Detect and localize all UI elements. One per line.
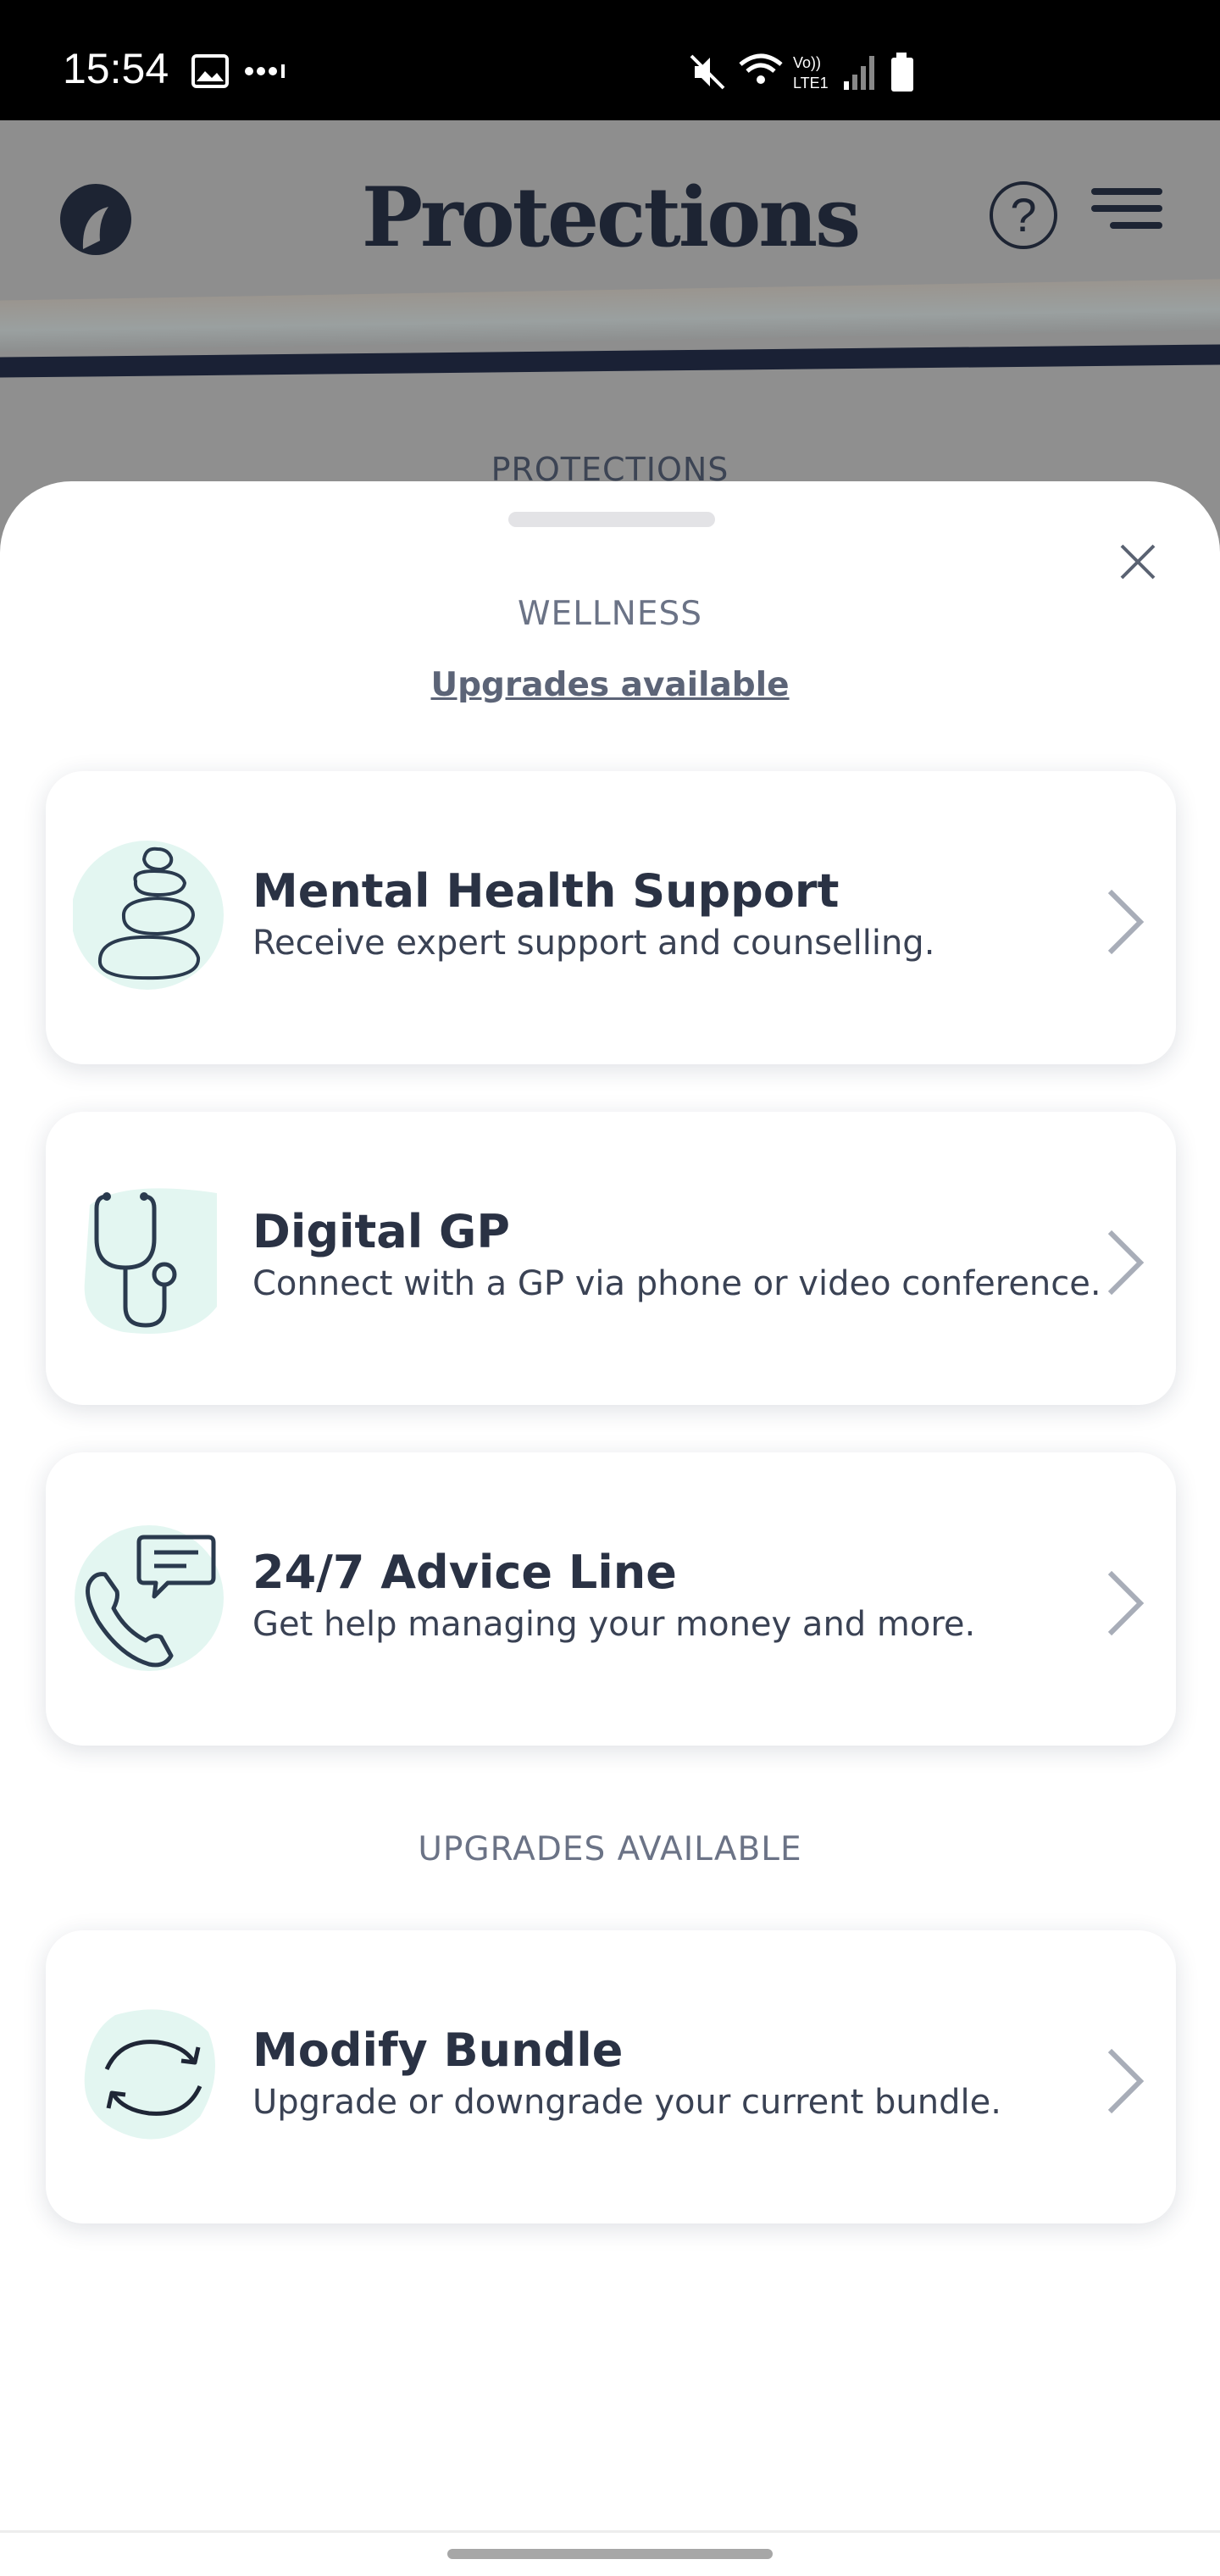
sheet-drag-handle[interactable] [508,512,715,527]
chevron-right-icon [1107,1230,1145,1296]
card-title: Mental Health Support [252,864,840,918]
header-decor-band [0,279,1220,352]
volte-icon: Vo)) LTE1 [793,54,829,92]
hamburger-menu-icon[interactable] [1091,188,1162,239]
card-description: Receive expert support and counselling. [252,924,935,963]
phone-chat-icon [75,1525,224,1671]
chevron-right-icon [1107,1570,1145,1636]
bottom-divider [0,2530,1220,2533]
card-description: Connect with a GP via phone or video con… [252,1264,1101,1303]
help-button[interactable]: ? [990,181,1057,249]
bottom-sheet: WELLNESS Upgrades available Mental Healt… [0,481,1220,2576]
header-decor-stripe [0,344,1220,378]
status-time: 15:54 [63,45,169,92]
card-mental-health-support[interactable]: Mental Health Support Receive expert sup… [46,771,1176,1064]
app-header: Protections ? [0,120,1220,378]
stethoscope-icon [84,1188,217,1334]
mute-icon [690,54,725,90]
close-icon[interactable] [1117,541,1159,583]
card-modify-bundle[interactable]: Modify Bundle Upgrade or downgrade your … [46,1930,1176,2223]
chevron-right-icon [1107,889,1145,955]
card-title: Modify Bundle [252,2024,624,2077]
svg-text:Vo)): Vo)) [793,54,821,71]
card-description: Get help managing your money and more. [252,1605,976,1644]
section-title-wellness: WELLNESS [518,595,702,633]
card-digital-gp[interactable]: Digital GP Connect with a GP via phone o… [46,1112,1176,1405]
battery-icon [891,53,913,92]
gallery-icon [191,54,229,88]
more-dots-icon [245,64,285,78]
svg-text:LTE1: LTE1 [793,75,829,92]
signal-icon [844,56,874,90]
section-title-upgrades: UPGRADES AVAILABLE [418,1830,802,1868]
refresh-icon [84,2009,215,2140]
wifi-icon [739,53,783,84]
card-advice-line[interactable]: 24/7 Advice Line Get help managing your … [46,1452,1176,1746]
upgrades-available-link[interactable]: Upgrades available [0,666,1220,704]
chevron-right-icon [1107,2048,1145,2114]
stacked-stones-icon [73,841,224,990]
gesture-nav-bar[interactable] [447,2549,773,2559]
status-bar: 15:54 Vo)) LTE1 [0,0,1220,120]
card-description: Upgrade or downgrade your current bundle… [252,2083,1001,2122]
card-title: 24/7 Advice Line [252,1546,677,1599]
card-title: Digital GP [252,1205,510,1258]
